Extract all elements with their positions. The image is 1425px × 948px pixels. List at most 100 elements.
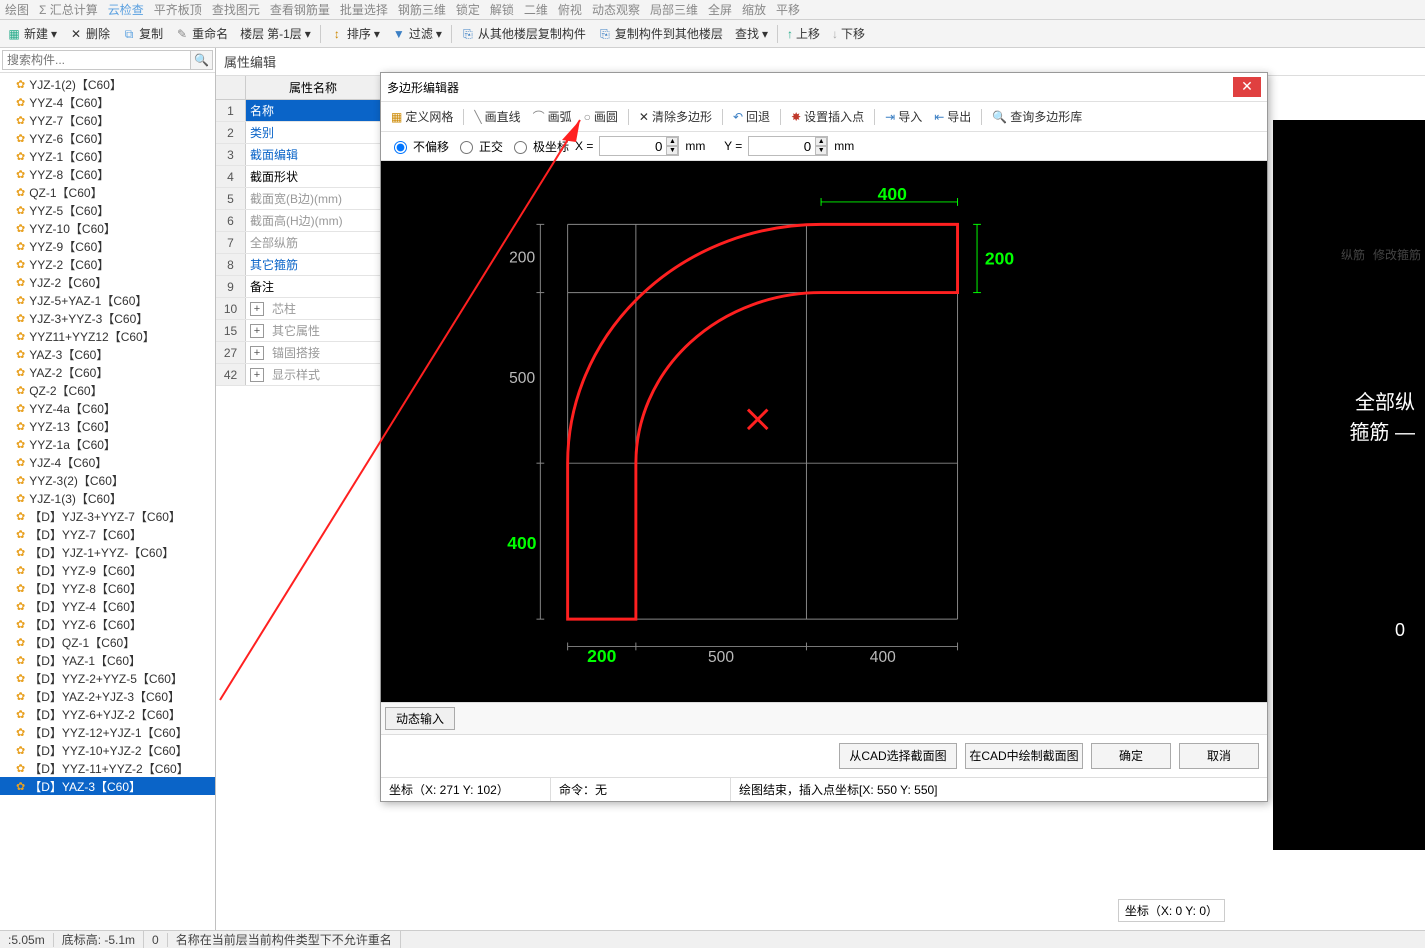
tree-item[interactable]: ✿【D】YYZ-12+YJZ-1【C60】 (0, 723, 215, 741)
tb-orbit[interactable]: 动态观察 (589, 1, 643, 18)
tree-item[interactable]: ✿YYZ-4a【C60】 (0, 399, 215, 417)
tree-item[interactable]: ✿YJZ-1(3)【C60】 (0, 489, 215, 507)
tree-item[interactable]: ✿YYZ-1a【C60】 (0, 435, 215, 453)
undo-button[interactable]: ↶回退 (729, 106, 774, 127)
tree-item[interactable]: ✿【D】YJZ-3+YYZ-7【C60】 (0, 507, 215, 525)
clear-polygon-button[interactable]: ✕清除多边形 (635, 106, 716, 127)
tab-longitudinal[interactable]: 纵筋 (1341, 246, 1365, 263)
floor-select[interactable]: 楼层 第-1层 ▾ (235, 23, 316, 44)
tb-local3d[interactable]: 局部三维 (647, 1, 701, 18)
set-insert-point-button[interactable]: ✸设置插入点 (787, 106, 868, 127)
prop-row[interactable]: 4截面形状 (216, 166, 380, 188)
mode-ortho[interactable]: 正交 (455, 138, 503, 155)
tb-batch[interactable]: 批量选择 (337, 1, 391, 18)
prop-row[interactable]: 6截面高(H边)(mm) (216, 210, 380, 232)
x-spin-down[interactable]: ▼ (666, 146, 678, 155)
tree-item[interactable]: ✿YYZ-13【C60】 (0, 417, 215, 435)
prop-row[interactable]: 3截面编辑 (216, 144, 380, 166)
mode-polar[interactable]: 极坐标 (509, 138, 569, 155)
tree-item[interactable]: ✿【D】YYZ-4【C60】 (0, 597, 215, 615)
tree-item[interactable]: ✿YJZ-3+YYZ-3【C60】 (0, 309, 215, 327)
tree-item[interactable]: ✿【D】YYZ-2+YYZ-5【C60】 (0, 669, 215, 687)
prop-row[interactable]: 8其它箍筋 (216, 254, 380, 276)
tree-item[interactable]: ✿YYZ-7【C60】 (0, 111, 215, 129)
tb-zoom[interactable]: 缩放 (739, 1, 769, 18)
tb-unlock[interactable]: 解锁 (487, 1, 517, 18)
component-tree[interactable]: ✿YJZ-1(2)【C60】✿YYZ-4【C60】✿YYZ-7【C60】✿YYZ… (0, 73, 215, 930)
tree-item[interactable]: ✿YYZ-3(2)【C60】 (0, 471, 215, 489)
tb-full[interactable]: 全屏 (705, 1, 735, 18)
import-button[interactable]: ⇥导入 (881, 106, 926, 127)
prop-row[interactable]: 1名称 (216, 100, 380, 122)
tree-item[interactable]: ✿【D】YYZ-10+YJZ-2【C60】 (0, 741, 215, 759)
prop-row[interactable]: 7全部纵筋 (216, 232, 380, 254)
cancel-button[interactable]: 取消 (1179, 743, 1259, 769)
new-button[interactable]: ▦新建 ▾ (2, 23, 62, 44)
tree-item[interactable]: ✿【D】YAZ-2+YJZ-3【C60】 (0, 687, 215, 705)
copy-to-floor[interactable]: ⎘复制构件到其他楼层 (593, 23, 728, 44)
prop-row[interactable]: 5截面宽(B边)(mm) (216, 188, 380, 210)
tree-item[interactable]: ✿YYZ-1【C60】 (0, 147, 215, 165)
tb-lock[interactable]: 锁定 (453, 1, 483, 18)
sort-button[interactable]: ↕排序 ▾ (325, 23, 385, 44)
tb-pan[interactable]: 平移 (773, 1, 803, 18)
tree-item[interactable]: ✿YJZ-4【C60】 (0, 453, 215, 471)
tree-item[interactable]: ✿YYZ11+YYZ12【C60】 (0, 327, 215, 345)
query-library-button[interactable]: 🔍查询多边形库 (988, 106, 1086, 127)
tb-cloud[interactable]: 云检查 (105, 1, 147, 18)
tb-rebar3d[interactable]: 钢筋三维 (395, 1, 449, 18)
prop-row[interactable]: 2类别 (216, 122, 380, 144)
mode-no-offset[interactable]: 不偏移 (389, 138, 449, 155)
y-spin-down[interactable]: ▼ (815, 146, 827, 155)
move-down[interactable]: ↓下移 (827, 23, 870, 44)
draw-circle-button[interactable]: ○画圆 (580, 106, 622, 127)
expand-icon[interactable]: + (250, 368, 264, 382)
export-button[interactable]: ⇤导出 (930, 106, 975, 127)
expand-icon[interactable]: + (250, 302, 264, 316)
draw-arc-button[interactable]: ⌒画弧 (529, 106, 576, 127)
polygon-canvas[interactable]: 400 200 200 500 400 200 500 400 (381, 161, 1267, 702)
tree-item[interactable]: ✿YYZ-5【C60】 (0, 201, 215, 219)
tree-item[interactable]: ✿YYZ-6【C60】 (0, 129, 215, 147)
close-button[interactable]: ✕ (1233, 77, 1261, 97)
search-button[interactable]: 🔍 (191, 50, 213, 70)
tb-find-elem[interactable]: 查找图元 (209, 1, 263, 18)
x-spin-up[interactable]: ▲ (666, 137, 678, 146)
tree-item[interactable]: ✿YJZ-1(2)【C60】 (0, 75, 215, 93)
copy-from-floor[interactable]: ⎘从其他楼层复制构件 (456, 23, 591, 44)
filter-button[interactable]: ▼过滤 ▾ (387, 23, 447, 44)
define-grid-button[interactable]: ▦定义网格 (387, 106, 457, 127)
ok-button[interactable]: 确定 (1091, 743, 1171, 769)
tree-item[interactable]: ✿【D】YAZ-1【C60】 (0, 651, 215, 669)
prop-row[interactable]: 27+锚固搭接 (216, 342, 380, 364)
tree-item[interactable]: ✿【D】YYZ-7【C60】 (0, 525, 215, 543)
delete-button[interactable]: ✕删除 (64, 23, 115, 44)
prop-row[interactable]: 42+显示样式 (216, 364, 380, 386)
tree-item[interactable]: ✿【D】YJZ-1+YYZ-【C60】 (0, 543, 215, 561)
tb-top-view[interactable]: 俯视 (555, 1, 585, 18)
draw-line-button[interactable]: ╲画直线 (470, 106, 524, 127)
tree-item[interactable]: ✿YAZ-3【C60】 (0, 345, 215, 363)
tree-item[interactable]: ✿YYZ-8【C60】 (0, 165, 215, 183)
tree-item[interactable]: ✿【D】YYZ-8【C60】 (0, 579, 215, 597)
tree-item[interactable]: ✿YYZ-2【C60】 (0, 255, 215, 273)
tree-item[interactable]: ✿YJZ-2【C60】 (0, 273, 215, 291)
prop-row[interactable]: 15+其它属性 (216, 320, 380, 342)
tree-item[interactable]: ✿YYZ-10【C60】 (0, 219, 215, 237)
tb-sum[interactable]: Σ 汇总计算 (36, 1, 101, 18)
tb-2d[interactable]: 二维 (521, 1, 551, 18)
tree-item[interactable]: ✿【D】YYZ-11+YYZ-2【C60】 (0, 759, 215, 777)
tree-item[interactable]: ✿【D】YYZ-9【C60】 (0, 561, 215, 579)
rename-button[interactable]: ✎重命名 (170, 23, 233, 44)
tree-item[interactable]: ✿【D】YYZ-6+YJZ-2【C60】 (0, 705, 215, 723)
move-up[interactable]: ↑上移 (782, 23, 825, 44)
tree-item[interactable]: ✿YJZ-5+YAZ-1【C60】 (0, 291, 215, 309)
tb-align[interactable]: 平齐板顶 (151, 1, 205, 18)
expand-icon[interactable]: + (250, 346, 264, 360)
search-input[interactable] (2, 50, 191, 70)
tab-modify-stirrup[interactable]: 修改箍筋 (1373, 246, 1421, 263)
tree-item[interactable]: ✿【D】QZ-1【C60】 (0, 633, 215, 651)
pick-from-cad-button[interactable]: 从CAD选择截面图 (839, 743, 957, 769)
prop-row[interactable]: 9备注 (216, 276, 380, 298)
tree-item[interactable]: ✿YAZ-2【C60】 (0, 363, 215, 381)
